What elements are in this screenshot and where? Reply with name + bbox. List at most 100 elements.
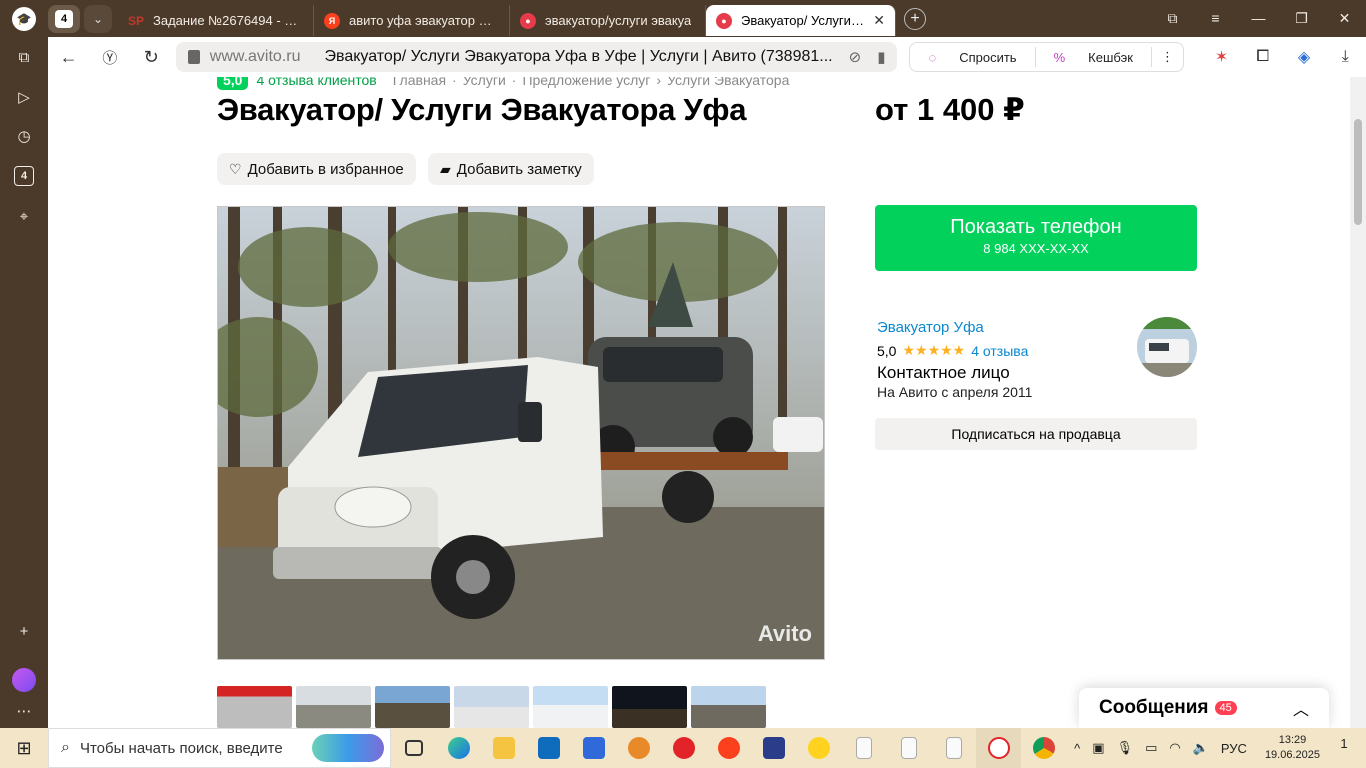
history-icon[interactable]: ◷ — [14, 126, 34, 146]
volume-icon[interactable]: 🔈 — [1193, 740, 1209, 756]
masked-phone: 8 984 XXX-XX-XX — [983, 241, 1089, 256]
tab-title: Задание №2676494 - про — [153, 13, 303, 28]
subscribe-seller-button[interactable]: Подписаться на продавца — [875, 418, 1197, 450]
time: 13:29 — [1278, 734, 1307, 746]
tab-count-button[interactable]: 4 — [48, 4, 80, 33]
seller-reviews-link[interactable]: 4 отзыва — [971, 343, 1028, 359]
tab-title: эвакуатор/услуги эвакуа — [545, 13, 692, 28]
cashback-label: Кешбэк — [1088, 49, 1133, 65]
yandex-icon[interactable]: Ⓨ — [89, 47, 130, 68]
tab-2[interactable]: Я авито уфа эвакуатор — Я — [314, 5, 510, 36]
extension-shield-icon[interactable]: ◈ — [1283, 47, 1324, 67]
chevron-up-icon[interactable]: ︿ — [1293, 696, 1309, 720]
outlook-icon[interactable] — [526, 728, 571, 768]
notifications-icon[interactable]: 1 — [1332, 736, 1356, 760]
seller-rating: 5,0 ★★★★★ 4 отзыва — [877, 342, 1028, 359]
tab-count: 4 — [55, 9, 73, 28]
thumbnail-5[interactable] — [533, 686, 608, 728]
browser-sidebar: ⧉ ▷ ◷ 4 ⌖ + ⋯ — [0, 37, 48, 728]
alice-assistant-icon[interactable] — [12, 668, 36, 692]
seller-avatar[interactable] — [1137, 317, 1197, 377]
battery-icon[interactable]: ▭ — [1145, 740, 1157, 756]
messages-widget[interactable]: Сообщения 45 ︿ — [1079, 688, 1329, 728]
taskbar-search[interactable]: ⌕ Чтобы начать поиск, введите — [48, 728, 391, 768]
more-icon[interactable]: ⋯ — [14, 701, 34, 721]
thumbnail-2[interactable] — [296, 686, 371, 728]
chevron-down-icon[interactable]: ⌄ — [84, 4, 112, 33]
add-favorite-button[interactable]: ♡ Добавить в избранное — [217, 153, 416, 185]
search-placeholder: Чтобы начать поиск, введите — [79, 739, 283, 757]
extension-puzzle-icon[interactable]: ⧠ — [1242, 48, 1283, 66]
add-favorite-label: Добавить в избранное — [247, 160, 404, 178]
seller-name-link[interactable]: Эвакуатор Уфа — [877, 319, 984, 336]
browser-logo[interactable]: 🎓 — [0, 0, 48, 37]
yandex-browser-icon[interactable] — [706, 728, 751, 768]
document-icon[interactable] — [931, 728, 976, 768]
show-phone-button[interactable]: Показать телефон 8 984 XXX-XX-XX — [875, 205, 1197, 271]
seller-rating-value: 5,0 — [877, 342, 897, 359]
bookmarks-panel-icon[interactable]: ⧉ — [1151, 10, 1194, 27]
edge-icon[interactable] — [436, 728, 481, 768]
menu-icon[interactable]: ≡ — [1194, 10, 1237, 27]
add-note-button[interactable]: ▰ Добавить заметку — [428, 153, 594, 185]
meet-now-icon[interactable]: ▣ — [1092, 740, 1104, 756]
tab-3[interactable]: ● эвакуатор/услуги эвакуа — [510, 5, 706, 36]
avito-watermark: Avito — [757, 621, 812, 646]
percent-icon: % — [1053, 49, 1066, 65]
download-icon[interactable]: ⤓ — [1325, 48, 1366, 66]
play-icon[interactable]: ▷ — [14, 87, 34, 107]
main-photo[interactable]: Avito — [217, 206, 825, 660]
breadcrumb-tow[interactable]: Услуги Эвакуатора — [667, 77, 789, 88]
thumbnail-3[interactable] — [375, 686, 450, 728]
document-icon[interactable] — [841, 728, 886, 768]
chrome-icon[interactable] — [1021, 728, 1066, 768]
yandex-app-icon[interactable] — [976, 728, 1021, 768]
thumbnail-4[interactable] — [454, 686, 529, 728]
tabs-counter-icon[interactable]: 4 — [14, 166, 34, 186]
no-translate-icon[interactable]: ⊘ — [849, 48, 862, 66]
cashback-button[interactable]: % Кешбэк — [1036, 50, 1151, 65]
thumbnail-7[interactable] — [691, 686, 766, 728]
tab-active[interactable]: ● Эвакуатор/ Услуги Эва ✕ — [706, 5, 896, 36]
breadcrumb-home[interactable]: Главная — [393, 77, 446, 88]
bookmark-icon[interactable]: ▮ — [877, 48, 885, 66]
reviews-link[interactable]: 4 отзыва клиентов — [256, 77, 376, 88]
collections-icon[interactable]: ⧉ — [14, 47, 34, 67]
microphone-icon[interactable]: 🎙 — [1117, 740, 1134, 756]
tab-1[interactable]: SP Задание №2676494 - про — [118, 5, 314, 36]
breadcrumb-services[interactable]: Услуги — [463, 77, 506, 88]
url-field[interactable]: www.avito.ru Эвакуатор/ Услуги Эвакуатор… — [175, 42, 898, 72]
language-indicator[interactable]: РУС — [1221, 741, 1247, 756]
thumbnail-1[interactable] — [217, 686, 292, 728]
taskbar-clock[interactable]: 13:29 19.06.2025 — [1265, 733, 1320, 763]
document-icon[interactable] — [886, 728, 931, 768]
close-tab-icon[interactable]: ✕ — [873, 12, 885, 29]
task-view-icon[interactable] — [391, 728, 436, 768]
yandex-market-icon[interactable] — [796, 728, 841, 768]
add-panel-icon[interactable]: + — [14, 621, 34, 641]
windows-start-icon[interactable]: ⊞ — [0, 738, 48, 759]
opera-icon[interactable] — [661, 728, 706, 768]
file-explorer-icon[interactable] — [481, 728, 526, 768]
reload-icon[interactable]: ↻ — [131, 47, 172, 68]
close-window-icon[interactable]: ✕ — [1323, 10, 1366, 27]
extension-star-icon[interactable]: ✶ — [1201, 47, 1242, 67]
new-tab-button[interactable]: + — [904, 7, 926, 30]
news-icon[interactable] — [571, 728, 616, 768]
more-options-icon[interactable]: ⋮ — [1152, 49, 1183, 65]
eye-app-icon[interactable] — [616, 728, 661, 768]
breadcrumb-offers[interactable]: Предложение услуг — [522, 77, 650, 88]
ask-button[interactable]: ◌ Спросить — [910, 50, 1034, 65]
screenshot-icon[interactable]: ⌖ — [14, 206, 34, 226]
restore-icon[interactable]: ❐ — [1280, 10, 1323, 27]
wifi-icon[interactable]: ◠ — [1169, 740, 1180, 756]
chevron-up-icon[interactable]: ^ — [1074, 741, 1080, 756]
shield-app-icon[interactable] — [751, 728, 796, 768]
heart-icon: ♡ — [229, 160, 242, 177]
page-scrollbar[interactable] — [1350, 77, 1366, 728]
back-icon[interactable]: ← — [48, 47, 89, 68]
minimize-icon[interactable]: — — [1237, 10, 1280, 27]
listing-title: Эвакуатор/ Услуги Эвакуатора Уфа — [217, 92, 747, 127]
scrollbar-thumb[interactable] — [1354, 119, 1362, 225]
thumbnail-6[interactable] — [612, 686, 687, 728]
